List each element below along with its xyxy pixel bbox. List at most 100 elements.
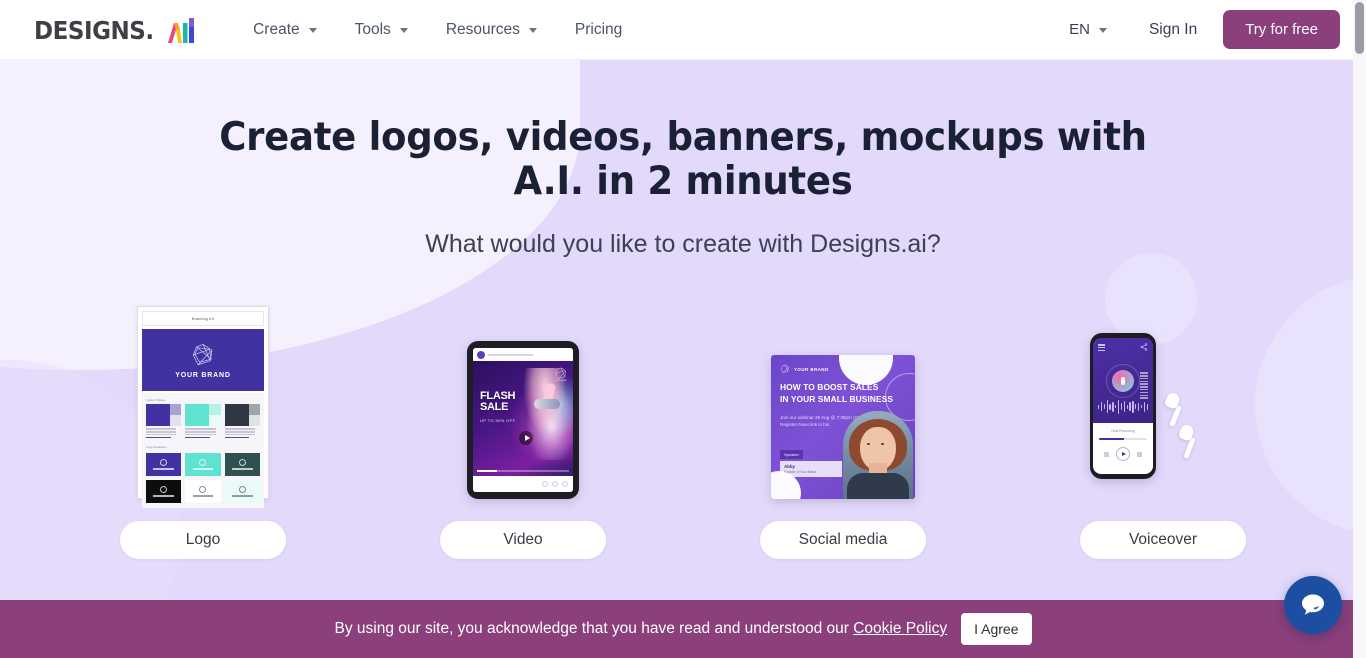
cookie-banner-text: By using our site, you acknowledge that … [334, 620, 947, 638]
brand-polygon-icon [781, 365, 789, 374]
create-option-logo[interactable]: Branding Kit YOUR BRAND Colour Palette L… [79, 303, 327, 560]
brandkit-variations-row [146, 480, 260, 504]
vr-headset [534, 399, 560, 410]
post-action-icon [542, 481, 548, 488]
avatar [477, 350, 485, 359]
brandkit-hero: YOUR BRAND [142, 329, 264, 392]
nav-item-create[interactable]: Create [253, 21, 317, 39]
page-title: Create logos, videos, banners, mockups w… [219, 115, 1147, 204]
create-option-voiceover-label[interactable]: Voiceover [1080, 521, 1246, 560]
create-option-social-media[interactable]: YOUR BRAND HOW TO BOOST SALES IN YOUR SM… [719, 303, 967, 560]
chevron-down-icon [1098, 28, 1107, 33]
earbud-stem [1183, 437, 1196, 460]
logo-variation [185, 453, 221, 477]
share-icon [1140, 343, 1148, 352]
create-option-voiceover[interactable]: Now Recording Voiceover [1039, 303, 1287, 560]
sign-in-link[interactable]: Sign In [1123, 21, 1223, 39]
forward-icon[interactable] [1137, 451, 1142, 457]
palette-swatch [224, 404, 260, 427]
social-speaker-card: Abby Founder of Your Brand [780, 461, 842, 478]
try-for-free-button[interactable]: Try for free [1223, 10, 1340, 49]
playback-progress[interactable] [1099, 437, 1147, 441]
microphone-icon [1121, 377, 1125, 386]
palette-swatch [185, 404, 221, 427]
brandkit-header-label: Branding Kit [142, 311, 264, 327]
nav-item-pricing[interactable]: Pricing [575, 21, 622, 39]
brand-polygon-icon [192, 343, 213, 366]
video-frame: YOUR BRAND FLASH SALE UP TO 50% OFF [473, 361, 573, 477]
page-root: DESIGNS. Create Tools Resources Pricing … [0, 0, 1366, 658]
social-card-art: YOUR BRAND HOW TO BOOST SALES IN YOUR SM… [771, 303, 915, 500]
site-header: DESIGNS. Create Tools Resources Pricing … [0, 0, 1366, 60]
page-scrollbar[interactable] [1353, 0, 1366, 658]
language-selector[interactable]: EN [1053, 21, 1123, 38]
header-actions: EN Sign In Try for free [1053, 10, 1340, 49]
now-recording-label: Now Recording [1111, 428, 1135, 433]
playback-controls [1104, 447, 1142, 462]
phone-mockup: Now Recording [1090, 333, 1156, 480]
brandkit-body: Colour Palette Logo Variations [142, 393, 264, 509]
nav-item-resources[interactable]: Resources [446, 21, 537, 39]
voice-recorder-screen [1093, 338, 1153, 423]
nav-item-create-label: Create [253, 20, 300, 38]
menu-icon [1098, 344, 1105, 352]
chevron-down-icon [308, 28, 317, 33]
create-option-social-media-label[interactable]: Social media [760, 521, 926, 560]
play-icon[interactable] [1116, 447, 1130, 462]
cookie-banner: By using our site, you acknowledge that … [0, 600, 1366, 658]
social-headline: HOW TO BOOST SALES IN YOUR SMALL BUSINES… [780, 382, 894, 404]
create-option-video-label[interactable]: Video [440, 521, 606, 560]
brandkit-variations-label: Logo Variations [146, 445, 167, 450]
social-brand-name: YOUR BRAND [794, 366, 829, 372]
create-options-row: Branding Kit YOUR BRAND Colour Palette L… [0, 303, 1366, 560]
waveform [1098, 399, 1148, 415]
post-action-icon [562, 481, 568, 488]
primary-nav: Create Tools Resources Pricing [253, 21, 622, 39]
nav-item-tools-label: Tools [354, 20, 391, 38]
post-action-icon [552, 481, 558, 488]
logo-variation [185, 480, 221, 504]
social-brand-lockup: YOUR BRAND [780, 364, 829, 374]
video-subline: UP TO 50% OFF [480, 418, 516, 424]
brandkit-palette [146, 404, 260, 439]
palette-swatch-group [185, 404, 221, 439]
social-speaker-role: Founder of Your Brand [784, 470, 817, 475]
palette-swatch-group [146, 404, 182, 439]
palette-swatch-group [224, 404, 260, 439]
rewind-icon[interactable] [1104, 451, 1109, 457]
logo-wordmark: DESIGNS. [34, 15, 154, 45]
nav-item-tools[interactable]: Tools [355, 21, 408, 39]
logo-variation [146, 453, 182, 477]
i-agree-button[interactable]: I Agree [961, 613, 1032, 645]
post-footer-bar [473, 476, 573, 493]
post-header-bar [473, 348, 573, 362]
create-option-logo-label[interactable]: Logo [120, 521, 286, 560]
logo-variation [224, 480, 260, 504]
brandkit-hero-text: YOUR BRAND [175, 371, 231, 379]
create-option-video[interactable]: YOUR BRAND FLASH SALE UP TO 50% OFF [399, 303, 647, 560]
earbud-stem [1169, 405, 1182, 428]
account-name-placeholder [488, 353, 533, 357]
logo[interactable]: DESIGNS. [34, 17, 197, 43]
hero-subtitle: What would you like to create with Desig… [425, 230, 941, 259]
chevron-down-icon [399, 28, 408, 33]
video-headline: FLASH SALE [480, 390, 516, 414]
chevron-down-icon [528, 28, 537, 33]
scrollbar-thumb[interactable] [1355, 2, 1364, 54]
vr-person-illustration [517, 368, 573, 461]
brandkit-palette-label: Colour Palette [146, 398, 166, 403]
logo-variation [224, 453, 260, 477]
designs-ai-logo-mark-icon [166, 17, 197, 43]
tablet-video-thumbnail: YOUR BRAND FLASH SALE UP TO 50% OFF [467, 341, 579, 500]
chat-widget-button[interactable] [1284, 576, 1342, 634]
nav-item-resources-label: Resources [445, 20, 520, 38]
logo-variation [146, 480, 182, 504]
social-post-thumbnail: YOUR BRAND HOW TO BOOST SALES IN YOUR SM… [771, 355, 915, 500]
cookie-policy-link[interactable]: Cookie Policy [853, 620, 947, 637]
phone-voiceover-thumbnail: Now Recording [1088, 333, 1238, 499]
cookie-banner-message: By using our site, you acknowledge that … [334, 620, 849, 637]
speaker-photo [843, 411, 913, 500]
video-card-art: YOUR BRAND FLASH SALE UP TO 50% OFF [467, 303, 579, 500]
video-progress-bar[interactable] [477, 470, 569, 473]
voiceover-card-art: Now Recording [1088, 303, 1238, 499]
